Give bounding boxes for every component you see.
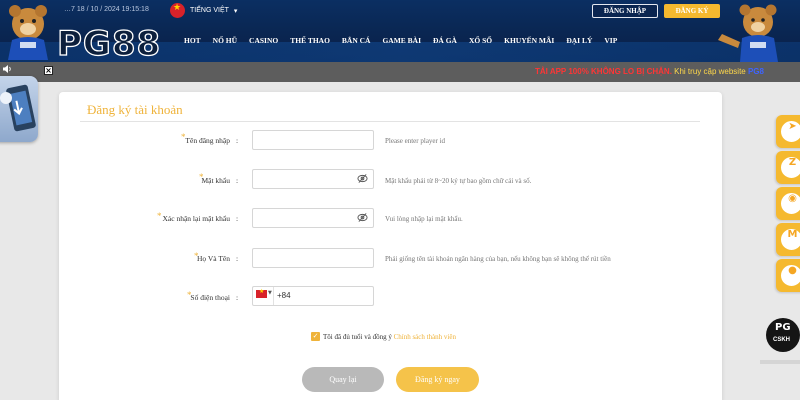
live-chat-button[interactable]: ● bbox=[776, 259, 800, 292]
nav-item-the-thao[interactable]: THỂ THAO bbox=[284, 34, 336, 48]
nav-item-ban-ca[interactable]: BẮN CÁ bbox=[336, 34, 377, 48]
agree-checkbox[interactable]: ✓ bbox=[311, 332, 320, 341]
telegram-icon: ➤ bbox=[780, 120, 800, 143]
confirm-password-label: Xác nhận lại mật khẩu bbox=[162, 214, 230, 223]
phone-label: Số điện thoại bbox=[190, 293, 230, 302]
telegram-button[interactable]: ➤ bbox=[776, 115, 800, 148]
bear-mascot-left-image bbox=[8, 5, 48, 60]
nav-item-no-hu[interactable]: NỔ HŨ bbox=[207, 34, 243, 48]
fullname-hint: Phải giống tên tài khoản ngân hàng của b… bbox=[385, 255, 611, 263]
register-button[interactable]: ĐĂNG KÝ bbox=[664, 4, 720, 18]
nav-item-xo-so[interactable]: XỔ SỐ bbox=[463, 34, 498, 48]
username-hint: Please enter player id bbox=[385, 137, 446, 145]
eye-off-icon[interactable] bbox=[357, 173, 368, 184]
title-divider bbox=[80, 121, 700, 122]
member-policy-link[interactable]: Chính sách thành viên bbox=[394, 333, 456, 341]
vietnam-flag-icon bbox=[170, 3, 185, 18]
nav-item-dai-ly[interactable]: ĐẠI LÝ bbox=[560, 34, 598, 48]
required-marker: * bbox=[157, 211, 162, 221]
colon: : bbox=[236, 254, 239, 263]
nav-item-da-ga[interactable]: ĐÁ GÀ bbox=[427, 34, 463, 48]
main-nav: HOT NỔ HŨ CASINO THỂ THAO BẮN CÁ GAME BÀ… bbox=[178, 34, 623, 48]
site-logo[interactable]: PG88 bbox=[56, 23, 161, 62]
login-button[interactable]: ĐĂNG NHẬP bbox=[592, 4, 658, 18]
back-button[interactable]: Quay lại bbox=[302, 367, 384, 392]
close-icon[interactable]: × bbox=[44, 66, 53, 75]
username-label: Tên đăng nhập bbox=[185, 136, 230, 145]
password-input[interactable] bbox=[252, 169, 374, 189]
zalo-button[interactable]: Z bbox=[776, 151, 800, 184]
confirm-password-input[interactable] bbox=[252, 208, 374, 228]
announcement-red-text: TẢI APP 100% KHÔNG LO BỊ CHẶN. bbox=[535, 67, 672, 76]
caret-down-icon[interactable]: ▼ bbox=[268, 290, 272, 296]
agree-statement: Tôi đã đủ tuổi và đồng ý bbox=[323, 333, 394, 341]
nav-item-khuyen-mai[interactable]: KHUYẾN MÃI bbox=[498, 34, 560, 48]
colon: : bbox=[236, 136, 239, 145]
datetime-clock: …7 18 / 10 / 2024 19:15:18 bbox=[64, 6, 149, 13]
floating-download-widget[interactable] bbox=[0, 76, 38, 142]
download-phone-icon bbox=[0, 84, 36, 132]
announcement-blue-text: PG8 bbox=[747, 67, 764, 76]
cskh-logo: PG bbox=[775, 322, 791, 333]
language-selector[interactable]: TIẾNG VIỆT ▾ bbox=[170, 3, 237, 18]
nav-item-hot[interactable]: HOT bbox=[178, 34, 207, 48]
announcement-yellow-text: Khi truy cập website bbox=[671, 67, 748, 76]
phone-country-code: +84 bbox=[277, 291, 291, 300]
register-now-button[interactable]: Đăng ký ngay bbox=[396, 367, 479, 392]
colon: : bbox=[236, 214, 239, 223]
confirm-password-hint: Vui lòng nhập lại mật khẩu. bbox=[385, 215, 463, 223]
caret-down-icon: ▾ bbox=[233, 6, 238, 15]
agree-text: Tôi đã đủ tuổi và đồng ý Chính sách thàn… bbox=[323, 333, 456, 341]
fullname-input[interactable] bbox=[252, 248, 374, 268]
cskh-label: CSKH bbox=[773, 337, 791, 343]
colon: : bbox=[236, 293, 239, 302]
page-title: Đăng ký tài khoản bbox=[87, 102, 183, 117]
language-label: TIẾNG VIỆT bbox=[190, 7, 229, 14]
phone-input[interactable] bbox=[252, 286, 374, 306]
eye-off-icon[interactable] bbox=[357, 212, 368, 223]
nav-item-game-bai[interactable]: GAME BÀI bbox=[376, 34, 427, 48]
messenger-button[interactable]: ◉ bbox=[776, 187, 800, 220]
site-header: …7 18 / 10 / 2024 19:15:18 TIẾNG VIỆT ▾ … bbox=[0, 0, 800, 62]
nav-item-casino[interactable]: CASINO bbox=[243, 34, 284, 48]
messenger-icon: ◉ bbox=[780, 192, 800, 215]
password-hint: Mật khẩu phải từ 8~20 ký tự bao gồm chữ … bbox=[385, 177, 532, 185]
zalo-icon: Z bbox=[780, 156, 800, 179]
chat-icon: ● bbox=[780, 264, 800, 287]
phone-divider bbox=[273, 287, 274, 305]
scroll-indicator bbox=[760, 360, 800, 364]
announcement-text: TẢI APP 100% KHÔNG LO BỊ CHẶN. Khi truy … bbox=[535, 67, 764, 76]
gmail-button[interactable]: M bbox=[776, 223, 800, 256]
gmail-icon: M bbox=[780, 228, 800, 251]
fullname-label: Họ Và Tên bbox=[196, 254, 230, 263]
password-label: Mật khẩu bbox=[201, 176, 230, 185]
nav-item-vip[interactable]: VIP bbox=[598, 34, 623, 48]
colon: : bbox=[236, 176, 239, 185]
bear-mascot-right-image bbox=[718, 4, 778, 62]
username-input[interactable] bbox=[252, 130, 374, 150]
vietnam-flag-icon[interactable] bbox=[256, 288, 267, 298]
speaker-icon[interactable] bbox=[2, 64, 12, 74]
